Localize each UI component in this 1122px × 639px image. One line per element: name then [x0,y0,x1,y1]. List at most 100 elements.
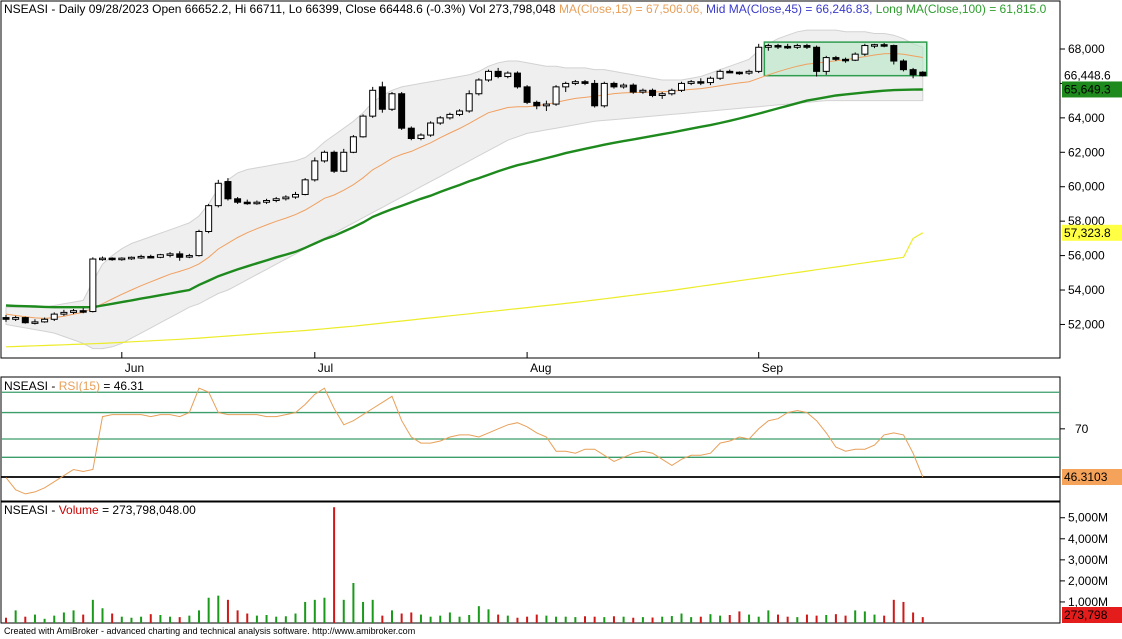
volume-bar [545,615,548,623]
volume-bar [738,611,741,623]
rsi-tick-label: 70 [1075,422,1089,436]
volume-bar [902,601,905,623]
volume-bar [854,610,857,623]
candle-body [784,45,792,49]
volume-bar [873,614,876,623]
candle-body [668,89,676,95]
price-tick-label: 62,000 [1068,145,1105,159]
period-label: Daily [59,2,86,16]
candle-body [349,136,357,153]
rsi-symbol-label: NSEASI [4,379,48,393]
price-pane-header: NSEASI - Daily 09/28/2023 Open 66652.2, … [4,2,1047,16]
volume-bar [362,601,365,623]
volume-bar [246,613,249,623]
candle-body [388,93,396,110]
volume-bar [661,616,664,623]
volume-pane-header: NSEASI - Volume = 273,798,048.00 [4,503,196,517]
high-label: Hi 66711, [235,2,285,16]
mid-ma-badge-text: 65,649.3 [1064,82,1111,96]
volume-bar [53,615,56,623]
symbol-label: NSEASI [4,2,48,16]
volume-bar [863,611,866,623]
volume-bar [719,615,722,623]
rsi-pane-header: NSEASI - RSI(15) = 46.31 [4,379,144,393]
candle-body [649,89,657,96]
candle-body [137,255,145,259]
candle-body [513,72,521,88]
candle-body [446,113,454,119]
price-tick-label: 56,000 [1068,249,1105,263]
candle-body [899,60,907,71]
date-tick-label: Sep [762,361,784,375]
volume-bar [5,617,7,623]
stock-chart: 68,00066,00064,00062,00060,00058,00056,0… [0,0,1122,624]
volume-bar [140,616,143,623]
volume-symbol-label: NSEASI [4,503,48,517]
volume-bar [149,614,152,623]
rsi-value-label: = 46.31 [103,379,144,393]
candle-body [330,151,338,172]
volume-bar [458,616,461,623]
volume-bar [612,616,615,623]
volume-bar [690,617,693,623]
candle-body [176,253,184,258]
volume-bar [468,615,471,623]
volume-bar [584,616,586,623]
candle-body [542,103,550,107]
volume-bar [429,616,432,623]
candle-body [2,317,10,320]
candle-body [417,134,425,140]
price-tick-label: 52,000 [1068,317,1105,331]
candle-body [359,115,367,138]
volume-bar [352,583,355,623]
volume-bar [419,614,422,623]
volume-bar [796,617,799,623]
candle-body [398,93,406,129]
volume-bar [169,616,172,623]
candle-body [803,45,811,48]
volume-bar [834,614,837,623]
volume-bar [198,610,200,623]
candle-body [311,160,319,181]
candle-body [909,69,917,76]
volume-bar [72,610,75,623]
volume-bar [593,616,596,623]
volume-value-label: = 273,798,048.00 [102,503,196,517]
volume-bar [699,616,702,623]
candle-body [523,86,531,103]
volume-bar [226,599,229,623]
volume-bar [603,617,606,623]
volume-bar [670,616,673,623]
close-label: Close 66448.6 (-0.3%) [345,2,465,16]
candle-body [871,44,878,47]
candle-body [320,151,328,162]
volume-bar [43,618,46,623]
candle-body [99,257,106,261]
candle-body [108,257,116,261]
candle-body [890,45,898,62]
volume-indicator-label: Volume [59,503,99,517]
volume-bar [130,617,133,623]
volume-bar [892,599,895,623]
volume-y-axis: 5,000M 4,000M 3,000M 2,000M 1,000M273,798 [1060,511,1122,623]
volume-tick-label: 5,000M [1068,511,1108,525]
candle-body [156,254,164,258]
candle-body [571,81,579,84]
candle-body [369,89,377,117]
candle-body [234,198,242,203]
rsi-pane: 70 46.3103 NSEASI - RSI(15) = 46.31 [0,376,1122,502]
candle-body [195,230,203,257]
candle-body [60,311,68,315]
footer-credit: Created with AmiBroker - advanced charti… [4,626,416,636]
long-ma-badge: 57,323.8 [1062,224,1122,241]
volume-label: Vol 273,798,048 [469,2,556,16]
open-label: Open 66652.2, [152,2,231,16]
volume-bar [178,617,181,623]
volume-bar [217,595,220,623]
candle-body [70,310,78,313]
volume-bar [651,617,654,623]
candle-body [494,70,502,78]
volume-badge: 273,798 [1062,607,1122,623]
ma-mid-label: Mid MA(Close,45) = 66,246.83, [706,2,872,16]
candle-body [475,79,483,95]
